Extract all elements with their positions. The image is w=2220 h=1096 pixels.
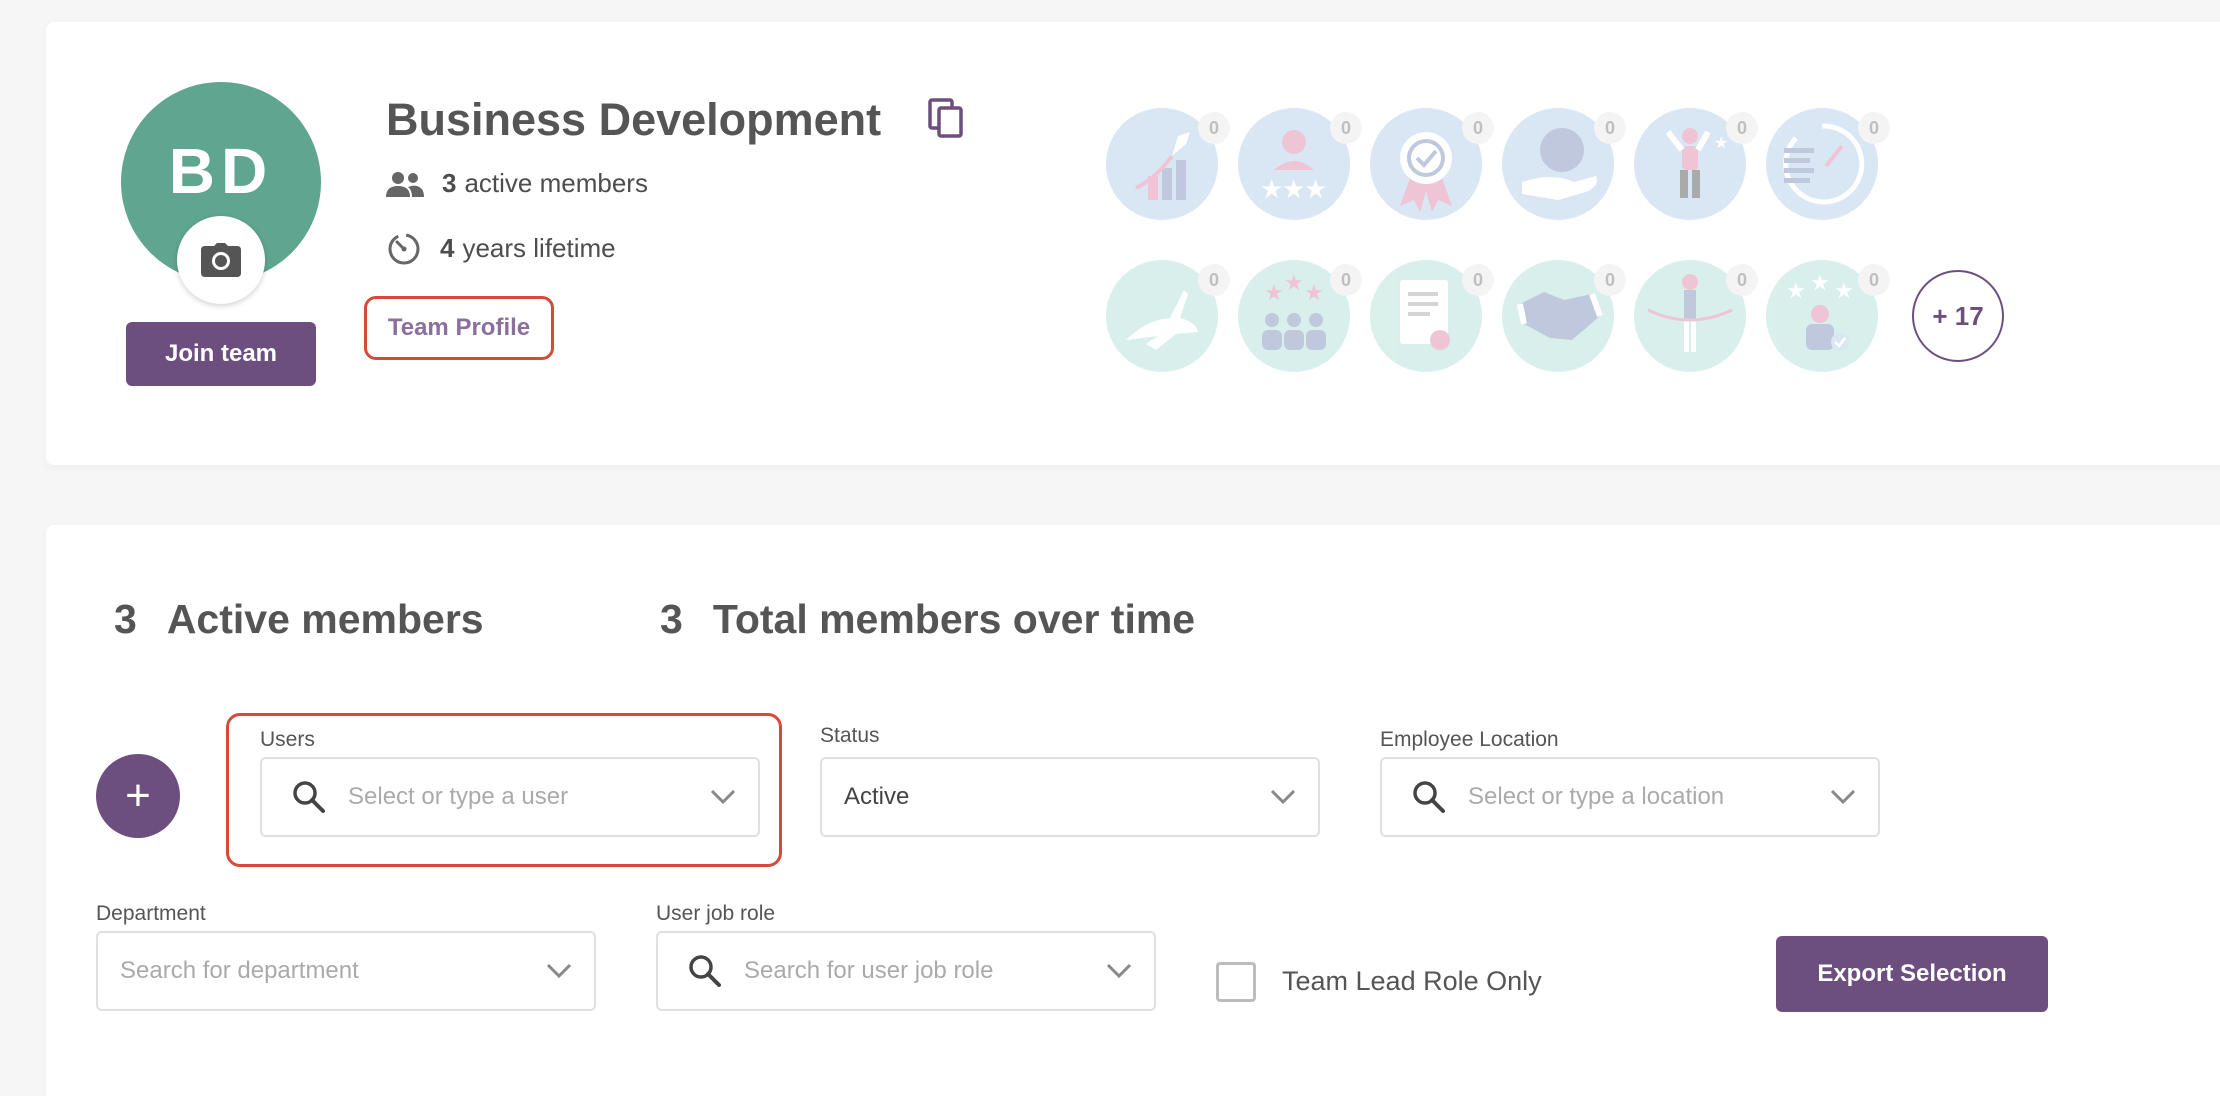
active-members-number: 3 [114, 596, 137, 642]
department-label: Department [96, 902, 206, 925]
badge-star-team[interactable]: ★ ★ ★ 0 [1238, 260, 1362, 372]
active-members-meta: 3 active members [386, 168, 648, 199]
team-profile-highlight: Team Profile [364, 296, 554, 360]
badge-count: 0 [1726, 112, 1758, 144]
svg-text:★: ★ [1282, 174, 1305, 204]
total-members-stat: 3 Total members over time [660, 596, 1195, 643]
search-icon [1413, 781, 1445, 813]
export-selection-button[interactable]: Export Selection [1776, 936, 2048, 1012]
svg-text:★: ★ [1834, 278, 1854, 303]
badge-stopwatch[interactable]: 0 [1766, 108, 1890, 220]
svg-text:★: ★ [1264, 280, 1284, 305]
badge-star-rating-person[interactable]: ★ ★ ★ 0 [1238, 108, 1362, 220]
upload-photo-button[interactable] [177, 216, 265, 304]
badge-celebrating-person[interactable]: ★ 0 [1634, 108, 1758, 220]
badge-rocket-growth[interactable]: 0 [1106, 108, 1230, 220]
people-icon [386, 171, 424, 197]
svg-text:★: ★ [1304, 174, 1327, 204]
badge-count: 0 [1330, 264, 1362, 296]
department-select[interactable]: Search for department [96, 931, 596, 1011]
svg-text:★: ★ [1304, 280, 1324, 305]
badge-count: 0 [1726, 264, 1758, 296]
svg-text:★: ★ [1284, 270, 1304, 295]
svg-text:★: ★ [1810, 270, 1830, 295]
camera-icon [201, 243, 241, 277]
add-member-button[interactable]: + [96, 754, 180, 838]
copy-icon[interactable] [928, 98, 964, 138]
lifetime-count: 4 [440, 232, 455, 263]
badge-count: 0 [1858, 264, 1890, 296]
active-members-count: 3 [442, 168, 457, 198]
chevron-down-icon [1830, 789, 1856, 805]
job-role-placeholder: Search for user job role [744, 957, 994, 984]
join-team-button[interactable]: Join team [126, 322, 316, 386]
badge-count: 0 [1858, 112, 1890, 144]
badge-count: 0 [1330, 112, 1362, 144]
team-lead-checkbox[interactable] [1216, 962, 1256, 1002]
team-profile-link[interactable]: Team Profile [388, 314, 530, 342]
users-select[interactable]: Select or type a user [260, 757, 760, 837]
active-members-text: active members [464, 168, 648, 198]
badge-running-rabbit[interactable]: 0 [1106, 260, 1230, 372]
active-members-stat: 3 Active members [114, 596, 484, 643]
chevron-down-icon [1270, 789, 1296, 805]
svg-text:★: ★ [1260, 174, 1283, 204]
active-members-label: Active members [166, 596, 484, 642]
job-role-select[interactable]: Search for user job role [656, 931, 1156, 1011]
status-value: Active [844, 783, 910, 810]
badge-count: 0 [1462, 264, 1494, 296]
team-card [46, 22, 2220, 465]
search-icon [689, 955, 721, 987]
users-placeholder: Select or type a user [348, 783, 569, 810]
badge-globe-hand[interactable]: 0 [1502, 108, 1626, 220]
location-label: Employee Location [1380, 728, 1559, 751]
total-members-number: 3 [660, 596, 683, 642]
search-icon [293, 781, 325, 813]
svg-text:★: ★ [1714, 135, 1728, 152]
chevron-down-icon [1106, 963, 1132, 979]
team-lead-label: Team Lead Role Only [1282, 966, 1542, 996]
badge-handshake[interactable]: 0 [1502, 260, 1626, 372]
badge-count: 0 [1594, 112, 1626, 144]
status-select[interactable]: Active [820, 757, 1320, 837]
users-label: Users [260, 728, 315, 751]
department-placeholder: Search for department [120, 957, 359, 984]
badge-count: 0 [1462, 112, 1494, 144]
job-role-label: User job role [656, 902, 776, 925]
chevron-down-icon [546, 963, 572, 979]
location-select[interactable]: Select or type a location [1380, 757, 1880, 837]
status-label: Status [820, 724, 880, 747]
total-members-label: Total members over time [712, 596, 1196, 642]
badge-finish-line[interactable]: 0 [1634, 260, 1758, 372]
svg-text:★: ★ [1786, 278, 1806, 303]
badge-award-ribbon[interactable]: 0 [1370, 108, 1494, 220]
badge-count: 0 [1594, 264, 1626, 296]
chevron-down-icon [710, 789, 736, 805]
team-name: Business Development [386, 94, 882, 145]
lifetime-meta: 4 years lifetime [386, 230, 616, 266]
badge-count: 0 [1198, 264, 1230, 296]
location-placeholder: Select or type a location [1468, 783, 1725, 810]
more-badges-button[interactable]: + 17 [1912, 270, 2004, 362]
badge-rated-employee[interactable]: ★ ★ ★ 0 [1766, 260, 1890, 372]
lifetime-text: years lifetime [462, 232, 616, 263]
badge-certificate[interactable]: 0 [1370, 260, 1494, 372]
timer-icon [388, 233, 420, 265]
badge-count: 0 [1198, 112, 1230, 144]
